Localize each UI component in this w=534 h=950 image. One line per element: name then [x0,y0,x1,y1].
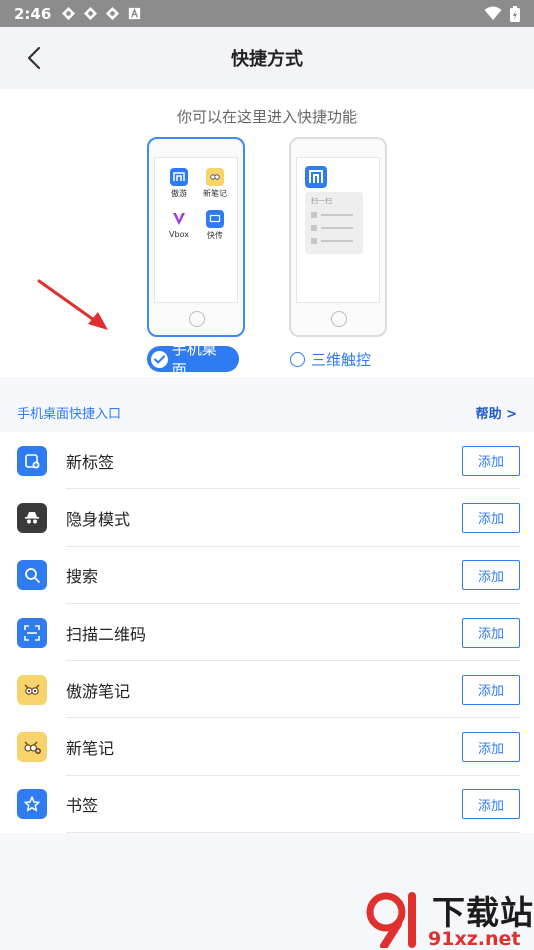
section-title: 手机桌面快捷入口 [17,406,122,422]
add-button[interactable]: 添加 [462,502,520,533]
incognito-icon [17,502,47,533]
qr-scan-icon [17,617,47,648]
touch-mode-option[interactable]: 三维触控 [290,346,371,372]
list-item: 扫描二维码 添加 [0,604,534,662]
wifi-icon [484,6,502,20]
title-bar: 快捷方式 [0,27,534,89]
list-item: 傲游笔记 添加 [0,661,534,719]
add-button[interactable]: 添加 [462,732,520,763]
shortcut-label: 书签 [66,796,99,816]
watermark-top-text: 下载站 [432,893,534,932]
app-notification-icon [62,6,76,21]
new-note-icon [17,732,47,763]
desktop-preview-card[interactable]: 傲游 新笔记 Vbox 快传 [147,137,245,337]
shortcut-label: 新笔记 [66,739,115,759]
desktop-mode-option[interactable]: 手机桌面 [147,340,239,379]
preview-app-label: 新笔记 [203,189,227,198]
app-notification-icon [106,6,120,21]
touch-menu-row [311,225,357,231]
annotation-arrow-icon [37,279,108,330]
add-button[interactable]: 添加 [462,674,520,705]
shortcut-label: 隐身模式 [66,509,131,529]
preview-app-label: Vbox [169,230,189,239]
font-notification-icon [129,7,141,20]
help-link[interactable]: 帮助 > [476,403,517,422]
shortcut-label: 傲游笔记 [66,681,131,701]
touch-menu-row [311,212,357,218]
desktop-preview-screen: 傲游 新笔记 Vbox 快传 [154,157,238,303]
chevron-left-icon [27,46,41,70]
page-title: 快捷方式 [231,49,303,70]
add-button[interactable]: 添加 [462,789,520,820]
check-circle-icon [151,350,168,368]
status-bar: 2:46 [0,0,534,27]
status-time: 2:46 [14,4,52,23]
new-tab-icon [17,445,47,476]
shortcut-label: 新标签 [66,452,115,472]
touch-mode-label: 三维触控 [311,350,372,369]
preview-app: 新笔记 [197,168,233,199]
radio-circle-icon [290,351,305,367]
touch-menu-label: 扫一扫 [311,197,332,205]
touch-preview-card[interactable]: 扫一扫 [289,137,387,337]
vbox-logo-icon [170,210,188,228]
watermark: 下载站 91xz.net [362,886,534,950]
preview-app-label: 快传 [207,231,223,240]
maxthon-logo-icon [170,168,188,186]
battery-icon [510,5,520,22]
watermark-logo-icon [366,892,416,948]
preview-app-label: 傲游 [171,189,187,198]
preview-app: 傲游 [161,168,197,199]
list-item: 新标签 添加 [0,432,534,490]
preview-app: 快传 [197,210,233,241]
section-header: 手机桌面快捷入口 帮助 > [0,394,534,430]
transfer-icon [206,210,224,228]
bookmark-star-icon [17,789,47,820]
list-item: 隐身模式 添加 [0,489,534,547]
touch-menu-row [311,238,357,244]
list-item: 书签 添加 [0,776,534,834]
note-owl-icon [17,674,47,705]
mode-hint: 你可以在这里进入快捷功能 [176,108,357,126]
shortcut-list: 新标签 添加 隐身模式 添加 搜索 添加 扫描二维码 添加 傲游笔记 添加 新笔… [0,432,534,834]
add-button[interactable]: 添加 [462,445,520,476]
search-icon [17,560,47,591]
home-button-graphic [189,311,205,327]
touch-preview-screen: 扫一扫 [296,157,380,303]
app-notification-icon [84,6,98,21]
back-button[interactable] [18,42,50,74]
list-item: 搜索 添加 [0,547,534,604]
add-button[interactable]: 添加 [462,617,520,648]
home-button-graphic [331,311,347,327]
preview-app: Vbox [161,210,197,239]
shortcut-label: 扫描二维码 [66,624,147,644]
add-button[interactable]: 添加 [462,560,520,591]
note-owl-icon [206,168,224,186]
watermark-bottom-text: 91xz.net [428,928,521,950]
shortcut-label: 搜索 [66,567,99,587]
divider [66,832,520,834]
list-item: 新笔记 添加 [0,718,534,776]
mode-selector-panel: 你可以在这里进入快捷功能 傲游 新笔记 Vbox 快传 扫一扫 手机桌面 三维触… [0,89,534,379]
touch-menu-graphic: 扫一扫 [305,192,363,254]
desktop-mode-label: 手机桌面 [171,340,217,379]
maxthon-logo-icon [305,166,327,188]
